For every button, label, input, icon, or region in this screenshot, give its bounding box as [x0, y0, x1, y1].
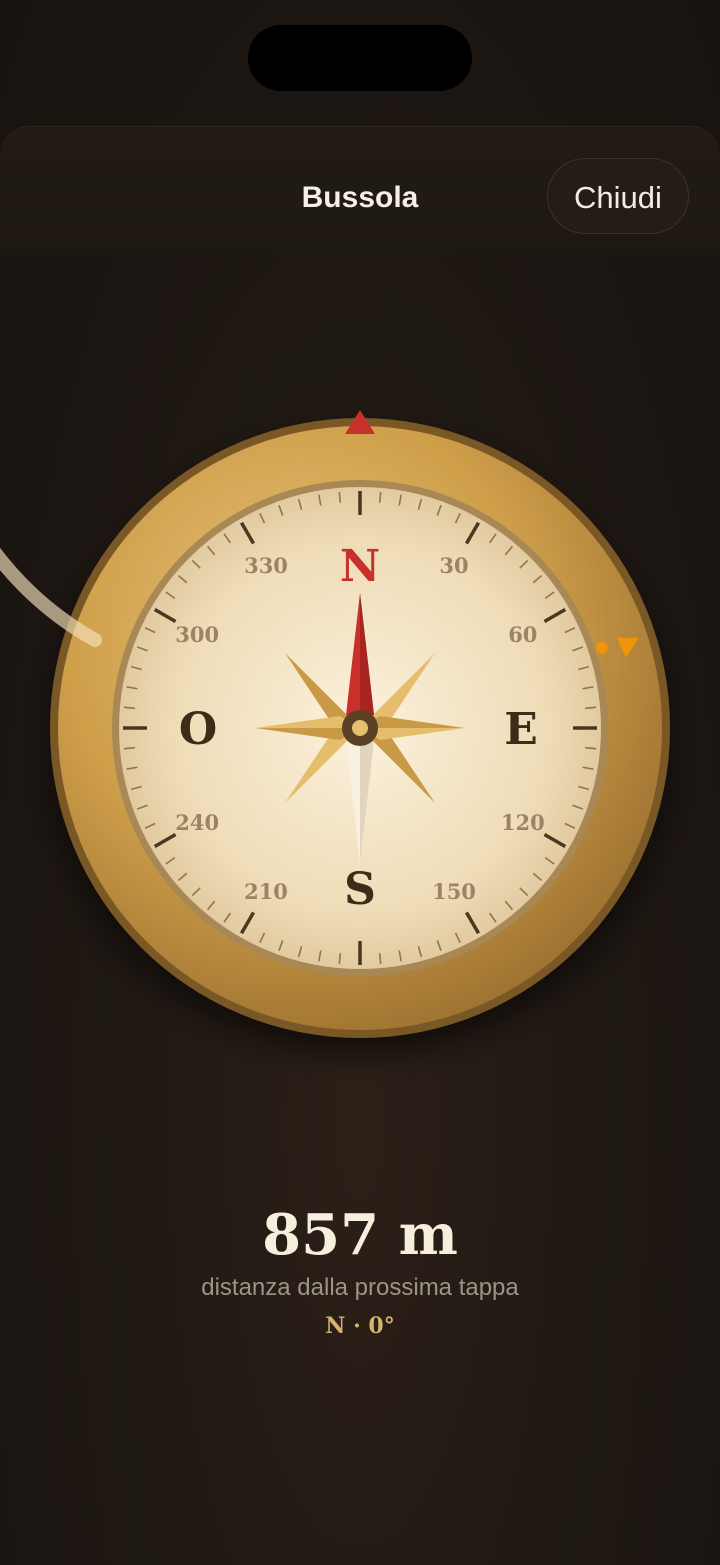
distance-value: 857 m — [262, 1202, 458, 1268]
minor-tick — [338, 491, 342, 503]
compass-dial: 30 60 120 150 210 240 300 330 N E S O — [0, 410, 670, 1038]
minor-tick — [123, 746, 135, 750]
degree-label: 30 — [439, 553, 468, 578]
degree-label: 210 — [244, 879, 288, 904]
minor-tick — [378, 953, 382, 965]
minor-tick — [378, 491, 382, 503]
distance-label: distanza dalla prossima tappa — [201, 1274, 519, 1301]
dynamic-island — [248, 25, 472, 91]
waypoint-dot — [595, 641, 608, 654]
heading-readout: N · 0° — [325, 1313, 395, 1339]
degree-label: 150 — [432, 879, 476, 904]
minor-tick — [585, 706, 597, 710]
degree-label: 330 — [244, 553, 288, 578]
degree-label: 240 — [175, 810, 219, 835]
cardinal-east: E — [504, 704, 538, 755]
cardinal-north: N — [340, 541, 380, 592]
cardinal-west: O — [179, 704, 217, 755]
degree-label: 120 — [501, 810, 545, 835]
compass: 30 60 120 150 210 240 300 330 N E S O — [0, 380, 720, 1080]
minor-tick — [585, 746, 597, 750]
degree-label: 300 — [175, 622, 219, 647]
minor-tick — [123, 706, 135, 710]
cardinal-south: S — [344, 864, 376, 915]
close-button[interactable]: Chiudi — [547, 158, 689, 234]
degree-label: 60 — [508, 622, 537, 647]
minor-tick — [338, 953, 342, 965]
